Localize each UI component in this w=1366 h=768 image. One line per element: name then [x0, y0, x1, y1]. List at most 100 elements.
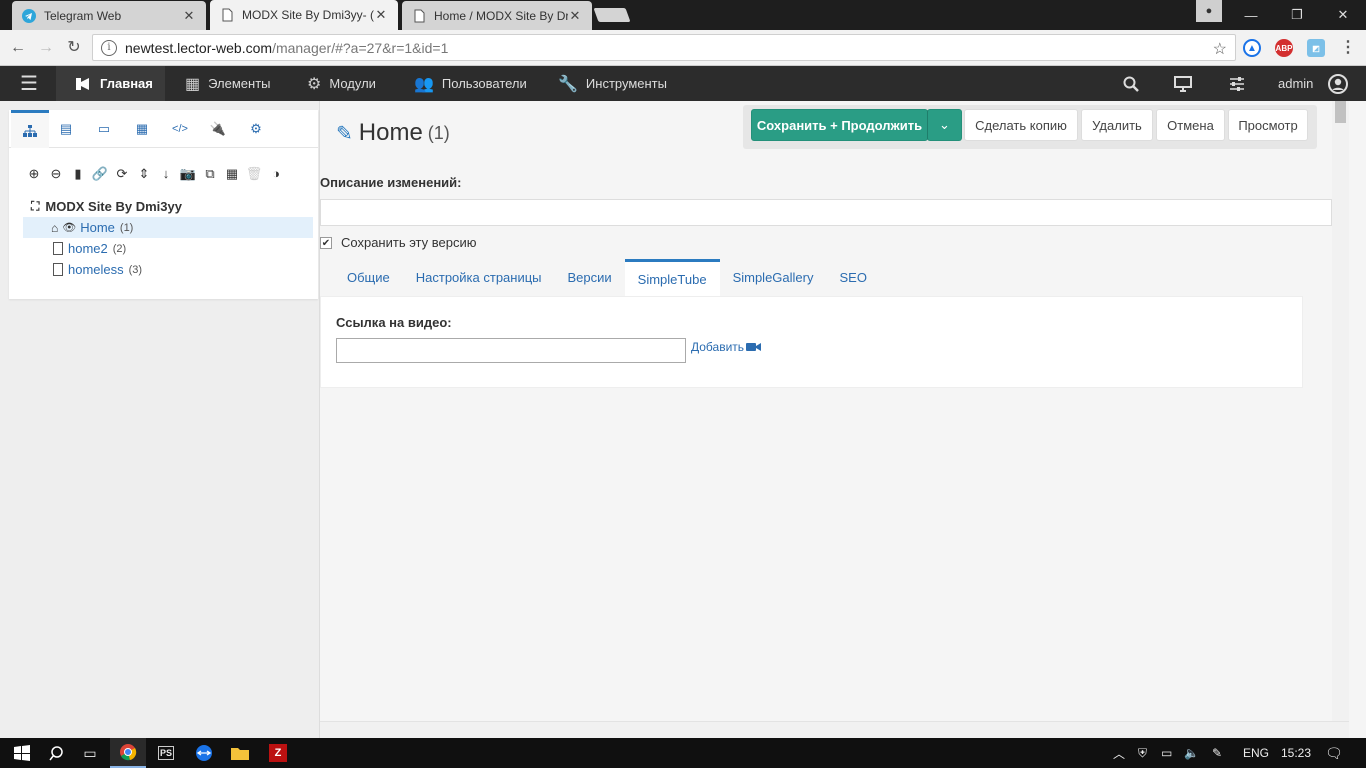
settings-cogs-icon[interactable]: ⚙	[237, 110, 275, 148]
copy-icon[interactable]: ⧉	[199, 165, 221, 183]
menu-icon[interactable]: ⋮	[1338, 38, 1358, 58]
ps-label: PS	[157, 746, 174, 760]
close-tab-icon[interactable]: ✕	[374, 7, 388, 23]
plugin-icon[interactable]: 🔌	[199, 110, 237, 148]
chevron-down-icon[interactable]: ⌄	[927, 109, 962, 141]
simpletube-panel: Ссылка на видео: Добавить	[320, 296, 1303, 388]
browser-tab-telegram[interactable]: Telegram Web ✕	[12, 1, 206, 30]
nav-item-elements[interactable]: ▦ Элементы	[175, 66, 281, 101]
tree-node-title[interactable]: homeless	[68, 262, 124, 277]
tree-root[interactable]: ⛶ MODX Site By Dmi3yy	[23, 196, 313, 217]
clock[interactable]: 15:23	[1281, 738, 1311, 768]
filezilla-icon[interactable]: Z	[260, 738, 296, 768]
sliders-icon[interactable]	[1222, 66, 1252, 101]
home-icon: ⌂	[51, 220, 59, 235]
change-description-label: Описание изменений:	[320, 175, 462, 190]
save-version-checkbox[interactable]: ✔	[320, 236, 332, 249]
tab-page-settings[interactable]: Настройка страницы	[403, 259, 555, 296]
language-indicator[interactable]: ENG	[1243, 738, 1269, 768]
tree-node-home2[interactable]: home2 (2)	[23, 238, 313, 259]
tab-simpletube[interactable]: SimpleTube	[624, 259, 720, 296]
close-tab-icon[interactable]: ✕	[182, 8, 196, 24]
wrench-icon: 🔧	[558, 75, 578, 93]
back-icon[interactable]: ←	[8, 38, 28, 58]
refresh-icon[interactable]: ⟳	[111, 165, 133, 183]
minimize-icon[interactable]: —	[1228, 0, 1274, 30]
close-tab-icon[interactable]: ✕	[568, 8, 582, 24]
save-continue-button[interactable]: Сохранить + Продолжить	[751, 109, 928, 141]
duplicate-button[interactable]: Сделать копию	[964, 109, 1078, 141]
contrast-icon[interactable]: ◑	[265, 165, 287, 183]
monitor-icon[interactable]	[1168, 66, 1198, 101]
vertical-scrollbar[interactable]	[1332, 101, 1349, 721]
notifications-icon[interactable]: 🗨	[1325, 738, 1343, 768]
hamburger-icon[interactable]: ☰	[14, 66, 44, 101]
info-icon[interactable]: i	[101, 39, 117, 56]
tab-seo[interactable]: SEO	[826, 259, 879, 296]
url-field[interactable]: i newtest.lector-web.com/manager/#?a=27&…	[92, 34, 1236, 61]
extension-icon[interactable]: ◩	[1307, 39, 1325, 57]
camera-icon[interactable]: 📷	[177, 165, 199, 183]
volume-muted-icon[interactable]: 🔈	[1184, 738, 1199, 768]
nav-label: Главная	[100, 76, 153, 91]
tab-general[interactable]: Общие	[334, 259, 403, 296]
sort-icon[interactable]: ⇕	[133, 165, 155, 183]
sort-numeric-icon[interactable]: ↓	[155, 165, 177, 183]
tree-node-home[interactable]: ⌂ 👁 Home (1)	[23, 217, 313, 238]
nav-item-tools[interactable]: 🔧 Инструменты	[548, 66, 677, 101]
vertical-scroll-thumb[interactable]	[1335, 101, 1346, 123]
trash-icon[interactable]: 🗑	[243, 165, 265, 183]
profile-icon[interactable]: ●	[1196, 0, 1222, 22]
search-icon[interactable]	[38, 738, 74, 768]
adblock-icon[interactable]: ABP	[1275, 39, 1293, 57]
code-icon[interactable]: </>	[161, 110, 199, 148]
task-view-icon[interactable]: ▭	[72, 738, 108, 768]
template-icon[interactable]: ▤	[47, 110, 85, 148]
pen-icon[interactable]: ✎	[1212, 738, 1222, 768]
teamviewer-icon[interactable]	[186, 738, 222, 768]
restore-icon[interactable]: ❐	[1274, 0, 1320, 30]
delete-button[interactable]: Удалить	[1081, 109, 1153, 141]
tab-simplegallery[interactable]: SimpleGallery	[720, 259, 827, 296]
preview-button[interactable]: Просмотр	[1228, 109, 1308, 141]
close-window-icon[interactable]: ✕	[1320, 0, 1366, 30]
collapse-all-icon[interactable]: ⊖	[45, 165, 67, 183]
nav-item-home[interactable]: Главная	[56, 66, 165, 101]
chevron-up-icon[interactable]: ︿	[1113, 738, 1125, 768]
tab-versions[interactable]: Версии	[555, 259, 625, 296]
nav-item-users[interactable]: 👥 Пользователи	[404, 66, 537, 101]
network-icon[interactable]: ▭	[1161, 738, 1172, 768]
chrome-icon[interactable]	[110, 738, 146, 768]
browser-tab-modx[interactable]: MODX Site By Dmi3yy- ( ✕	[210, 0, 398, 30]
user-avatar-icon[interactable]	[1323, 66, 1353, 101]
user-menu-label[interactable]: admin	[1268, 66, 1323, 101]
forward-icon[interactable]: →	[36, 38, 56, 58]
defender-icon[interactable]: ⛨	[1138, 738, 1147, 768]
nav-item-modules[interactable]: ⚙ Модули	[297, 66, 386, 101]
reload-icon[interactable]: ↻	[64, 38, 84, 58]
file-explorer-icon[interactable]	[222, 738, 258, 768]
chunk-icon[interactable]: ▭	[85, 110, 123, 148]
horizontal-scrollbar[interactable]	[320, 721, 1349, 738]
expand-all-icon[interactable]: ⊕	[23, 165, 45, 183]
tree-node-homeless[interactable]: homeless (3)	[23, 259, 313, 280]
extension-icon[interactable]: ▲	[1243, 39, 1261, 57]
bookmark-star-icon[interactable]: ☆	[1213, 39, 1227, 59]
windows-start-icon[interactable]	[4, 738, 40, 768]
sitemap-icon[interactable]	[11, 110, 49, 148]
video-link-input[interactable]	[336, 338, 686, 363]
tree-node-title[interactable]: Home	[80, 220, 115, 235]
photoshop-icon[interactable]: PS	[148, 738, 184, 768]
cancel-button[interactable]: Отмена	[1156, 109, 1225, 141]
add-video-link[interactable]: Добавить	[691, 340, 762, 354]
tree-node-title[interactable]: home2	[68, 241, 108, 256]
link-icon[interactable]: 🔗	[89, 165, 111, 183]
browser-tab-home[interactable]: Home / MODX Site By Dr ✕	[402, 1, 592, 30]
grid-view-icon[interactable]: ▦	[221, 165, 243, 183]
tv-grid-icon[interactable]: ▦	[123, 110, 161, 148]
new-document-icon[interactable]: ▮	[67, 165, 89, 183]
new-tab-button[interactable]	[593, 8, 631, 22]
save-version-checkbox-row[interactable]: ✔ Сохранить эту версию	[320, 235, 477, 250]
change-description-input[interactable]	[320, 199, 1332, 226]
search-icon[interactable]	[1116, 66, 1146, 101]
